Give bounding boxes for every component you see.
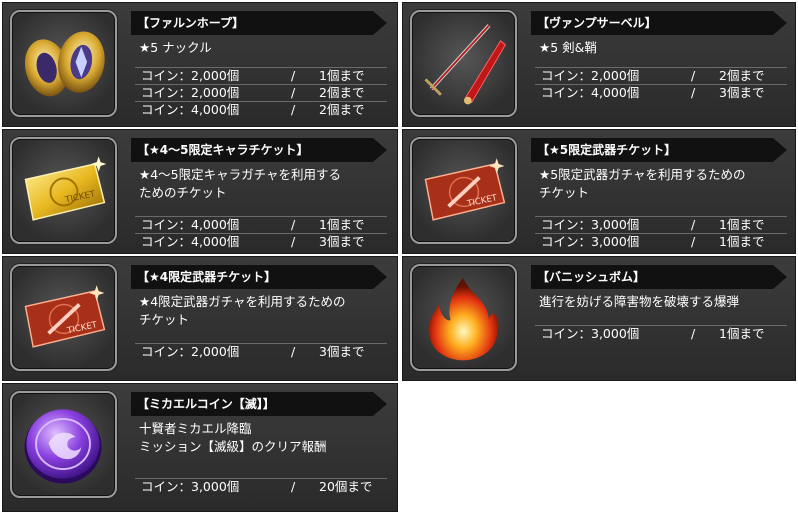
shop-item-card[interactable]: TICKET 【★5限定武器チケット】 ★5限定武器ガチャを利用するための チケ… (402, 129, 796, 254)
price-list: コイン：3,000個/1個まで (535, 325, 787, 342)
item-title: 【ファルンホープ】 (131, 11, 387, 35)
shop-item-card[interactable]: 【ヴァンプサーベル】 ★5 剣&鞘 コイン：2,000個/2個まで コイン：4,… (402, 2, 796, 127)
red-weapon-ticket-icon: TICKET (10, 264, 117, 371)
red-weapon-ticket-icon: TICKET (410, 137, 517, 244)
item-description: 進行を妨げる障害物を破壊する爆弾 (539, 294, 740, 309)
item-description: ★5 剣&鞘 (539, 40, 597, 55)
price-row[interactable]: コイン：3,000個/1個まで (535, 216, 787, 233)
price-row[interactable]: コイン：3,000個/1個まで (535, 325, 787, 342)
price-row[interactable]: コイン：3,000個/20個まで (135, 478, 387, 495)
price-row[interactable]: コイン：4,000個/2個まで (135, 101, 387, 118)
gold-ticket-icon: TICKET (10, 137, 117, 244)
shop-item-card[interactable]: TICKET 【★4限定武器チケット】 ★4限定武器ガチャを利用するための チケ… (2, 256, 398, 381)
golden-knuckle-icon (10, 10, 117, 117)
price-list: コイン：4,000個/1個まで コイン：4,000個/3個まで (135, 216, 387, 250)
purple-coin-icon (10, 391, 117, 498)
item-title: 【★4限定武器チケット】 (131, 265, 387, 289)
item-description: ★5 ナックル (139, 40, 212, 55)
shop-item-card[interactable]: TICKET 【★4〜5限定キャラチケット】 ★4〜5限定キャラガチャを利用する… (2, 129, 398, 254)
red-sword-and-sheath-icon (410, 10, 517, 117)
item-title: 【★4〜5限定キャラチケット】 (131, 138, 387, 162)
item-title: 【バニッシュボム】 (531, 265, 787, 289)
price-list: コイン：3,000個/1個まで コイン：3,000個/1個まで (535, 216, 787, 250)
item-description: 十賢者ミカエル降臨 ミッション【滅級】のクリア報酬 (139, 421, 327, 454)
price-list: コイン：3,000個/20個まで (135, 478, 387, 495)
shop-item-card[interactable]: 【ファルンホープ】 ★5 ナックル コイン：2,000個/1個まで コイン：2,… (2, 2, 398, 127)
price-row[interactable]: コイン：2,000個/2個まで (535, 67, 787, 84)
fire-bomb-icon (410, 264, 517, 371)
price-row[interactable]: コイン：2,000個/2個まで (135, 84, 387, 101)
price-row[interactable]: コイン：2,000個/3個まで (135, 343, 387, 360)
item-description: ★5限定武器ガチャを利用するための チケット (539, 167, 746, 200)
shop-item-card[interactable]: 【ミカエルコイン【滅】】 十賢者ミカエル降臨 ミッション【滅級】のクリア報酬 コ… (2, 383, 398, 512)
price-row[interactable]: コイン：4,000個/3個まで (135, 233, 387, 250)
price-row[interactable]: コイン：3,000個/1個まで (535, 233, 787, 250)
price-row[interactable]: コイン：2,000個/1個まで (135, 67, 387, 84)
item-title: 【ミカエルコイン【滅】】 (131, 392, 387, 416)
item-description: ★4限定武器ガチャを利用するための チケット (139, 294, 346, 327)
price-list: コイン：2,000個/2個まで コイン：4,000個/3個まで (535, 67, 787, 101)
price-row[interactable]: コイン：4,000個/1個まで (135, 216, 387, 233)
item-description: ★4〜5限定キャラガチャを利用する ためのチケット (139, 167, 341, 200)
item-title: 【ヴァンプサーベル】 (531, 11, 787, 35)
shop-item-card[interactable]: 【バニッシュボム】 進行を妨げる障害物を破壊する爆弾 コイン：3,000個/1個… (402, 256, 796, 381)
item-title: 【★5限定武器チケット】 (531, 138, 787, 162)
price-list: コイン：2,000個/3個まで (135, 343, 387, 360)
price-list: コイン：2,000個/1個まで コイン：2,000個/2個まで コイン：4,00… (135, 67, 387, 118)
price-row[interactable]: コイン：4,000個/3個まで (535, 84, 787, 101)
